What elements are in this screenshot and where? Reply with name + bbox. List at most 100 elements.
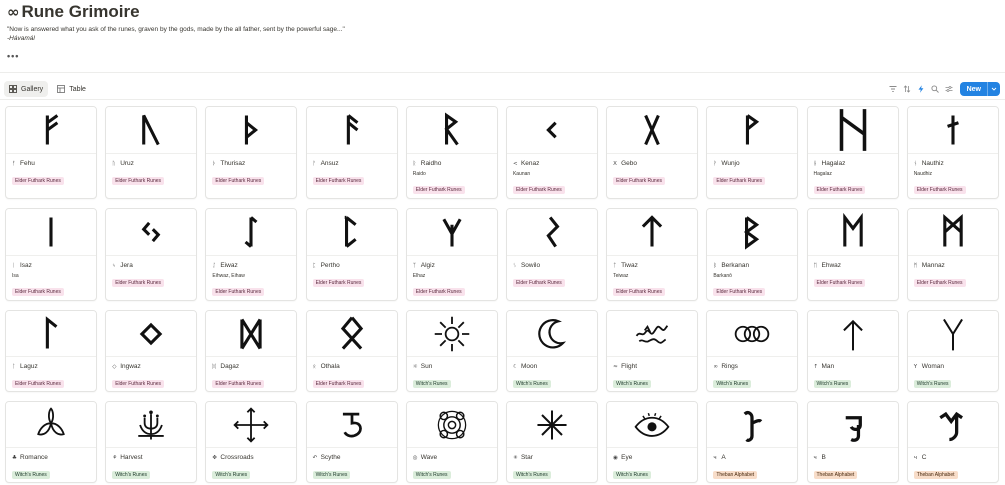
card-title-row: ∞ Rings [713,361,791,372]
gallery-card-dagaz[interactable]: ᛞ Dagaz Elder Futhark Runes [205,310,298,392]
card-info: ᛒ Berkanan Barkanō Elder Futhark Runes [707,256,797,298]
card-info: ᛁ Isaz Isa Elder Futhark Runes [6,256,96,298]
gallery-card-flight[interactable]: ≈ Flight Witch's Runes [606,310,699,392]
wunjo-page-icon: ᚹ [713,160,717,167]
tab-table[interactable]: Table [52,81,91,97]
nauthiz-page-icon: ᚾ [913,160,917,167]
infinity-icon[interactable]: ∞ [7,2,19,22]
othala-rune-icon [340,316,363,350]
sort-icon[interactable] [901,83,914,96]
card-cover [506,107,597,154]
gallery-card-theban-c[interactable]: ч C Theban Alphabet [906,401,999,483]
gallery-card-sowilo[interactable]: ᛊ Sowilo Elder Futhark Runes [505,208,598,301]
gallery-card-pertho[interactable]: ᛈ Pertho Elder Futhark Runes [305,208,398,301]
gallery-card-rings[interactable]: ∞ Rings Witch's Runes [706,310,799,392]
gallery-card-wave[interactable]: ◎ Wave Witch's Runes [405,401,498,483]
gallery-card-eiwaz[interactable]: ᛇ Eiwaz Eihwaz, Eihaw Elder Futhark Rune… [205,208,298,301]
gallery-card-man[interactable]: ↑ Man Witch's Runes [806,310,899,392]
lightning-icon[interactable] [915,83,928,96]
title-row: ∞ Rune Grimoire [7,2,997,22]
card-category-tag: Elder Futhark Runes [713,288,766,296]
gallery-card-theban-b[interactable]: ч B Theban Alphabet [806,401,899,483]
gallery-card-fehu[interactable]: ᚠ Fehu Elder Futhark Runes [5,106,97,199]
ansuz-rune-icon [346,114,358,145]
dagaz-rune-icon [240,318,263,349]
gallery-card-eye[interactable]: ◉ Eye Witch's Runes [606,401,699,483]
card-cover [306,402,397,448]
gallery-card-raidho[interactable]: ᚱ Raidho Raido Elder Futhark Runes [405,106,498,199]
card-info: ☼ Sun Witch's Runes [407,357,497,390]
card-category-tag: Elder Futhark Runes [212,380,265,388]
tab-gallery[interactable]: Gallery [4,81,49,97]
card-category-tag: Witch's Runes [713,380,752,388]
card-category-tag: Elder Futhark Runes [312,177,365,185]
card-category-tag: Elder Futhark Runes [12,177,64,185]
card-title-row: ᛞ Dagaz [212,361,290,372]
card-title-row: ᛟ Othala [313,361,391,372]
more-content-ellipsis[interactable]: ••• [7,51,997,61]
gallery-card-scythe[interactable]: ↶ Scythe Witch's Runes [305,401,398,483]
gallery-card-ingwaz[interactable]: ◇ Ingwaz Elder Futhark Runes [105,310,198,392]
search-icon[interactable] [929,83,942,96]
gallery-card-berkanan[interactable]: ᛒ Berkanan Barkanō Elder Futhark Runes [706,208,799,301]
card-cover [206,402,297,448]
harvest-page-icon: ⚘ [112,454,118,461]
divider [0,72,1005,73]
card-category-tag: Witch's Runes [12,471,50,479]
new-button[interactable]: New [959,82,1000,96]
card-cover [106,209,197,256]
gallery-card-crossroads[interactable]: ✥ Crossroads Witch's Runes [205,401,298,483]
card-info: ᛊ Sowilo Elder Futhark Runes [507,256,597,289]
card-title: Ingwaz [120,363,141,370]
fehu-rune-icon [45,114,59,145]
gallery-card-mannaz[interactable]: ᛗ Mannaz Elder Futhark Runes [906,208,999,301]
card-title-row: ◉ Eye [613,452,691,463]
gallery-card-tiwaz[interactable]: ᛏ Tiwaz Teiwaz Elder Futhark Runes [606,208,699,301]
customize-icon[interactable] [943,83,956,96]
gallery-card-star[interactable]: ✳ Star Witch's Runes [505,401,598,483]
gallery-card-algiz[interactable]: ᛉ Algiz Elhaz Elder Futhark Runes [405,208,498,301]
gallery-card-othala[interactable]: ᛟ Othala Elder Futhark Runes [305,310,398,392]
card-title-row: ᚠ Fehu [12,158,90,169]
page-title[interactable]: Rune Grimoire [22,2,140,22]
gallery-card-harvest[interactable]: ⚘ Harvest Witch's Runes [105,401,198,483]
wave-page-icon: ◎ [412,454,418,461]
card-info: ☾ Moon Witch's Runes [507,357,597,390]
sun-page-icon: ☼ [412,363,418,370]
gallery-card-gebo[interactable]: X Gebo Elder Futhark Runes [606,106,699,199]
card-title-row: < Kenaz [513,158,591,169]
gallery-card-kenaz[interactable]: < Kenaz Kaunan Elder Futhark Runes [505,106,598,199]
gallery-card-moon[interactable]: ☾ Moon Witch's Runes [505,310,598,392]
card-title: Ansuz [320,160,339,167]
gallery-card-wunjo[interactable]: ᚹ Wunjo Elder Futhark Runes [706,106,799,199]
card-title: Raidho [420,160,442,167]
card-category-tag: Witch's Runes [512,380,551,388]
card-alt-name: Hagalaz [813,171,832,177]
gallery-card-uruz[interactable]: ᚢ Uruz Elder Futhark Runes [105,106,198,199]
gallery-card-nauthiz[interactable]: ᚾ Nauthiz Naudhiz Elder Futhark Runes [906,106,999,199]
card-title-row: X Gebo [613,158,691,169]
gallery-card-romance[interactable]: ♣ Romance Witch's Runes [5,401,97,483]
card-category-tag: Witch's Runes [412,380,451,388]
gallery-card-jera[interactable]: ᛃ Jera Elder Futhark Runes [105,208,198,301]
filter-icon[interactable] [887,83,900,96]
gallery-card-sun[interactable]: ☼ Sun Witch's Runes [405,310,498,392]
gallery-card-isaz[interactable]: ᛁ Isaz Isa Elder Futhark Runes [5,208,97,301]
chevron-down-icon[interactable] [991,86,997,92]
card-cover [406,311,497,357]
eye-page-icon: ◉ [613,454,618,461]
card-category-tag: Elder Futhark Runes [412,288,465,296]
card-info: Y Woman Witch's Runes [908,357,998,390]
gallery-card-hagalaz[interactable]: ᚺ Hagalaz Hagalaz Elder Futhark Runes [806,106,899,199]
card-category-tag: Theban Alphabet [713,471,758,479]
scythe-rune-icon [342,412,362,437]
gallery-card-theban-a[interactable]: ч A Theban Alphabet [706,401,799,483]
gallery-card-laguz[interactable]: ᛚ Laguz Elder Futhark Runes [5,310,97,392]
new-button-divider [987,82,988,96]
pertho-rune-icon [344,215,357,248]
card-title-row: ◎ Wave [413,452,491,463]
gallery-card-ehwaz[interactable]: ᛖ Ehwaz Elder Futhark Runes [806,208,899,301]
gallery-card-ansuz[interactable]: ᚨ Ansuz Elder Futhark Runes [305,106,398,199]
gallery-card-woman[interactable]: Y Woman Witch's Runes [906,310,999,392]
gallery-card-thurisaz[interactable]: ᚦ Thurisaz Elder Futhark Runes [205,106,298,199]
